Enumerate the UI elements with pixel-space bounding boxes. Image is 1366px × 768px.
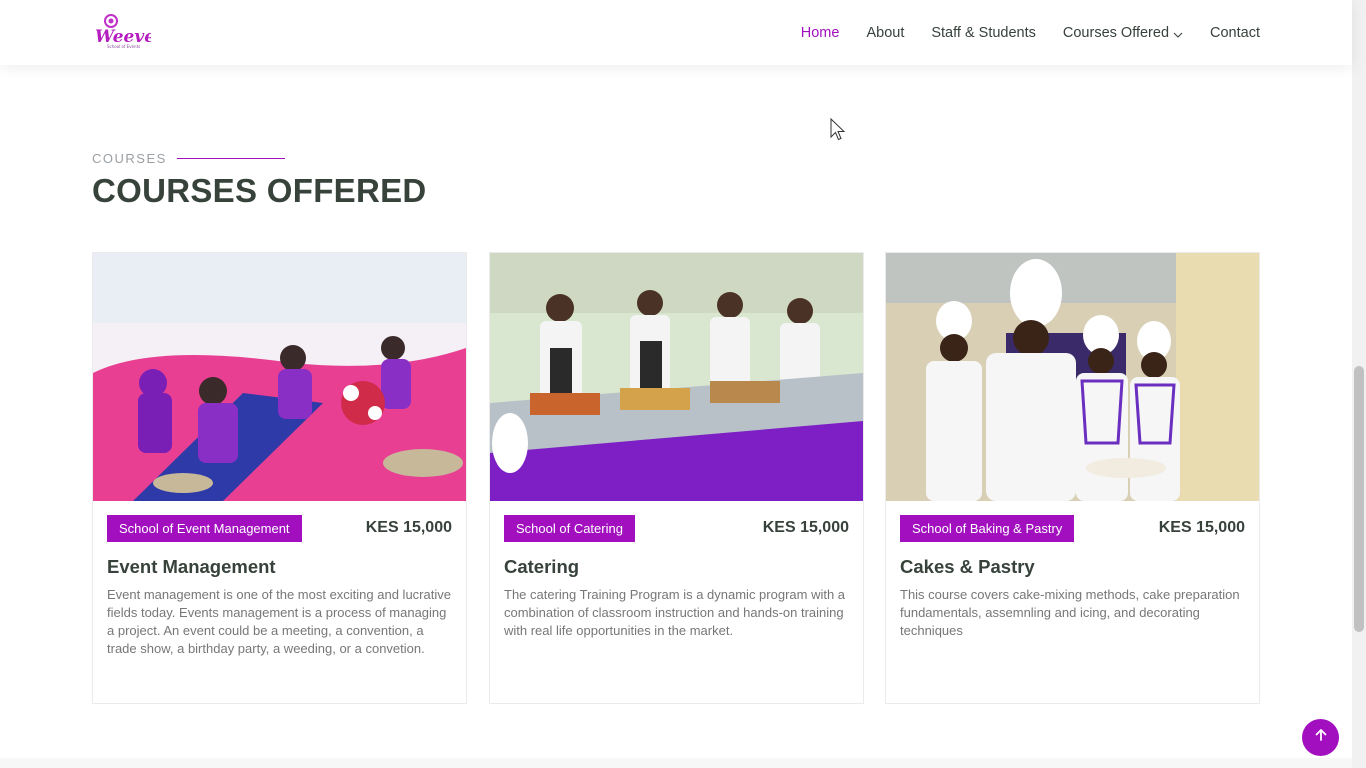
section-eyebrow-label: COURSES bbox=[92, 151, 167, 166]
school-badge[interactable]: School of Catering bbox=[504, 515, 635, 542]
mouse-cursor-icon bbox=[830, 117, 846, 142]
course-card-cakes-pastry[interactable]: School of Baking & Pastry KES 15,000 Cak… bbox=[885, 252, 1260, 704]
course-description: This course covers cake-mixing methods, … bbox=[900, 587, 1240, 638]
nav-courses-offered[interactable]: Courses Offered bbox=[1063, 25, 1183, 41]
back-to-top-button[interactable] bbox=[1302, 719, 1339, 756]
course-title[interactable]: Catering bbox=[504, 556, 579, 578]
course-price: KES 15,000 bbox=[762, 519, 849, 536]
svg-text:School of Events: School of Events bbox=[107, 44, 140, 49]
course-meta: School of Catering KES 15,000 bbox=[504, 515, 849, 543]
school-badge[interactable]: School of Baking & Pastry bbox=[900, 515, 1075, 542]
site-header: Weevets School of Events Home About Staf… bbox=[0, 0, 1352, 65]
course-meta: School of Baking & Pastry KES 15,000 bbox=[900, 515, 1245, 543]
main-nav: Home About Staff & Students Courses Offe… bbox=[774, 0, 1260, 65]
footer-edge bbox=[0, 758, 1352, 768]
course-title[interactable]: Cakes & Pastry bbox=[900, 556, 1035, 578]
course-title[interactable]: Event Management bbox=[107, 556, 276, 578]
scrollbar-thumb[interactable] bbox=[1354, 366, 1364, 632]
arrow-up-icon bbox=[1313, 727, 1329, 748]
nav-staff-students[interactable]: Staff & Students bbox=[931, 25, 1036, 41]
nav-contact[interactable]: Contact bbox=[1210, 25, 1260, 41]
course-card-event-management[interactable]: School of Event Management KES 15,000 Ev… bbox=[92, 252, 467, 704]
course-price: KES 15,000 bbox=[1158, 519, 1245, 536]
baking-pastry-photo[interactable] bbox=[886, 253, 1259, 501]
event-management-photo[interactable] bbox=[93, 253, 466, 501]
course-description: Event management is one of the most exci… bbox=[107, 587, 451, 656]
nav-home[interactable]: Home bbox=[801, 25, 840, 41]
eyebrow-divider bbox=[176, 158, 285, 159]
school-badge[interactable]: School of Event Management bbox=[107, 515, 302, 542]
nav-about[interactable]: About bbox=[866, 25, 904, 41]
course-description: The catering Training Program is a dynam… bbox=[504, 587, 846, 638]
course-meta: School of Event Management KES 15,000 bbox=[107, 515, 452, 543]
section-eyebrow: COURSES bbox=[92, 151, 285, 166]
course-price: KES 15,000 bbox=[365, 519, 452, 536]
section-title: COURSES OFFERED bbox=[92, 172, 427, 209]
weevets-logo[interactable]: Weevets School of Events bbox=[93, 12, 173, 52]
course-card-catering[interactable]: School of Catering KES 15,000 Catering T… bbox=[489, 252, 864, 704]
catering-photo[interactable] bbox=[490, 253, 863, 501]
nav-courses-offered-label: Courses Offered bbox=[1062, 24, 1170, 41]
chevron-down-icon bbox=[1173, 28, 1183, 38]
